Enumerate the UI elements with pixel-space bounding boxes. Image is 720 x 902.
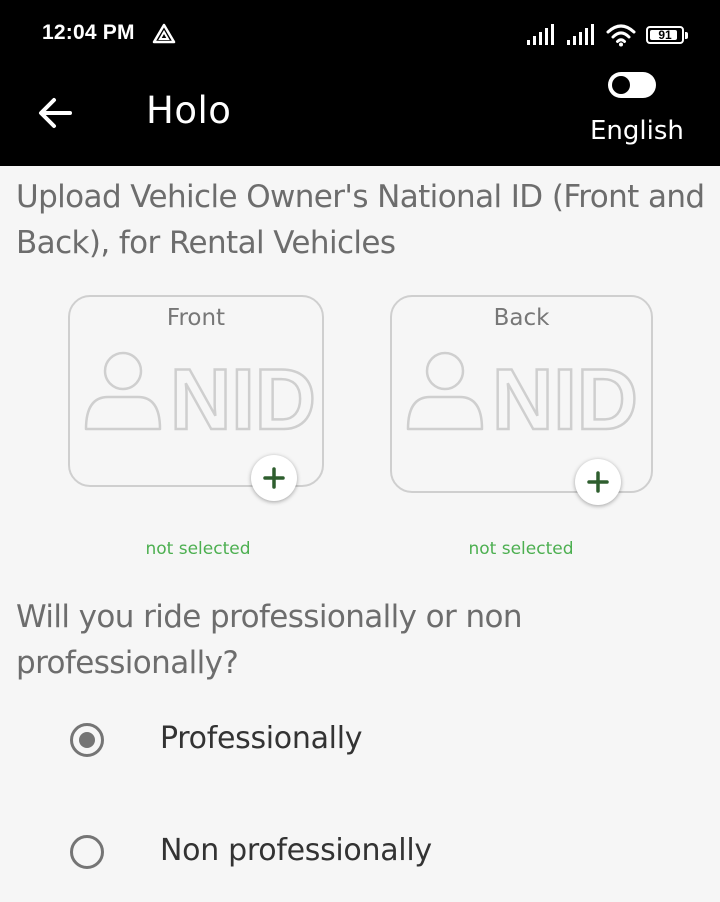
radio-button[interactable] — [70, 835, 104, 869]
app-bar: Holo English — [0, 68, 720, 166]
radio-professionally[interactable]: Professionally — [60, 711, 660, 771]
toggle-knob — [612, 76, 630, 94]
card-label-back: Back — [493, 305, 550, 331]
upload-section-title: Upload Vehicle Owner's National ID (Fron… — [16, 179, 705, 261]
battery-icon: 91 — [646, 26, 688, 44]
signal-icon — [527, 24, 554, 45]
language-label: English — [590, 116, 684, 146]
front-status: not selected — [145, 539, 251, 559]
back-id-card[interactable]: Back NID — [390, 295, 653, 493]
signal-icon — [567, 24, 594, 45]
radio-dot — [79, 732, 95, 748]
add-front-button[interactable] — [251, 455, 297, 501]
app-title: Holo — [146, 89, 232, 132]
radio-button-selected[interactable] — [70, 723, 104, 757]
back-status: not selected — [468, 539, 574, 559]
language-toggle[interactable] — [608, 72, 656, 98]
radio-non-professionally[interactable]: Non professionally — [60, 823, 660, 883]
card-graphic-text: NID — [170, 352, 316, 439]
status-indicators: 91 — [526, 22, 688, 48]
radio-label-non-professionally: Non professionally — [160, 833, 432, 868]
id-card-icon: NID — [84, 351, 317, 439]
status-bar: 12:04 PM 91 — [0, 0, 720, 68]
plus-icon — [587, 471, 609, 493]
id-card-icon: NID — [406, 351, 639, 439]
wifi-icon — [606, 24, 636, 47]
delta-icon — [152, 23, 176, 44]
battery-level: 91 — [658, 28, 672, 42]
status-time: 12:04 PM — [42, 21, 135, 44]
ride-question-title: Will you ride professionally or non prof… — [16, 599, 523, 681]
plus-icon — [263, 467, 285, 489]
radio-label-professionally: Professionally — [160, 721, 363, 756]
card-graphic-text: NID — [492, 352, 638, 439]
arrow-left-icon[interactable] — [30, 90, 84, 136]
add-back-button[interactable] — [575, 459, 621, 505]
card-label-front: Front — [166, 305, 226, 331]
